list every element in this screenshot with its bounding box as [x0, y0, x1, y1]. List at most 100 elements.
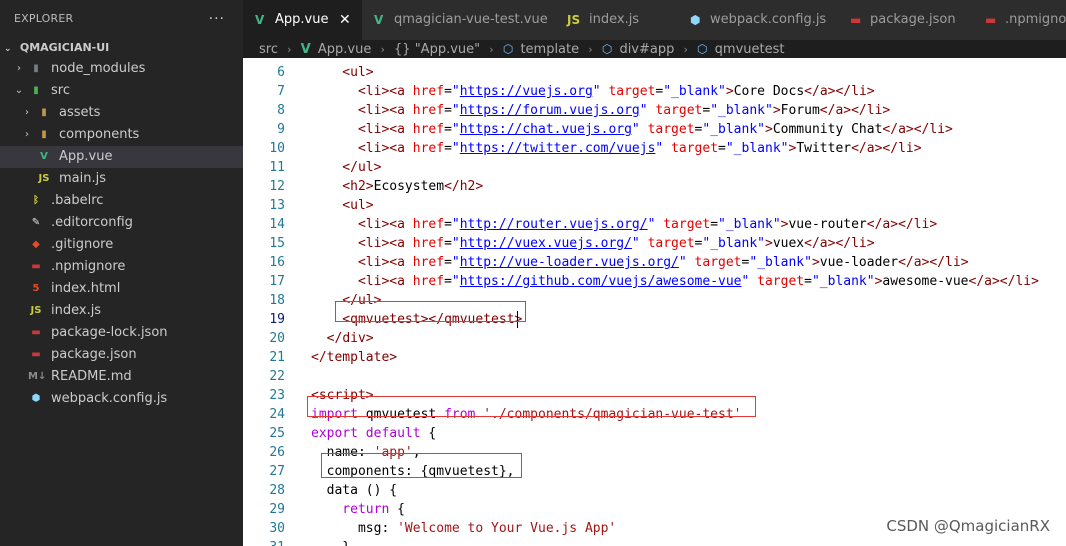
- symbol-icon: ⬡: [697, 42, 708, 56]
- tree-item-label: webpack.config.js: [51, 391, 168, 406]
- code-token: data: [311, 483, 358, 498]
- code-token: "_blank": [702, 236, 765, 251]
- code-token: ></: [890, 217, 914, 232]
- code-token: href: [412, 141, 445, 156]
- code-token: "_blank": [749, 255, 812, 270]
- tree-item[interactable]: ▬ package.json: [0, 344, 243, 366]
- tree-item[interactable]: ◆ .gitignore: [0, 234, 243, 256]
- tree-item[interactable]: ▬ .npmignore: [0, 256, 243, 278]
- line-content: data () {: [311, 481, 397, 500]
- code-line: 31 }: [243, 538, 1066, 546]
- code-token: li: [365, 236, 382, 251]
- tab-index-js[interactable]: JS index.js: [555, 0, 679, 40]
- code-token: >: [882, 103, 891, 118]
- breadcrumb-object[interactable]: {} "App.vue": [394, 42, 480, 57]
- breadcrumb-component[interactable]: qmvuetest: [715, 42, 785, 57]
- code-token: >: [373, 160, 382, 175]
- code-token: li: [913, 217, 930, 232]
- tree-item[interactable]: JS main.js: [0, 168, 243, 190]
- npm-file-icon: ▬: [985, 13, 997, 27]
- code-token: https://forum.vuejs.org: [459, 103, 640, 118]
- tree-item[interactable]: JS index.js: [0, 300, 243, 322]
- code-token: li: [898, 141, 914, 156]
- tree-item[interactable]: ᛒ .babelrc: [0, 190, 243, 212]
- code-token: li: [365, 217, 382, 232]
- js-file-icon: JS: [30, 305, 42, 316]
- code-line: 17 <li><a href="https://github.com/vuejs…: [243, 272, 1066, 291]
- code-line: 9 <li><a href="https://chat.vuejs.org" t…: [243, 120, 1066, 139]
- tree-item[interactable]: ⌄ ▮ src: [0, 80, 243, 102]
- line-content: }: [311, 538, 350, 546]
- code-token: >: [725, 84, 734, 99]
- close-icon[interactable]: ✕: [339, 0, 351, 40]
- code-token: </: [819, 103, 836, 118]
- code-line: 12 <h2>Ecosystem</h2>: [243, 177, 1066, 196]
- code-token: >: [945, 122, 953, 137]
- code-token: "_blank": [811, 274, 875, 289]
- code-token: </: [311, 331, 343, 346]
- tree-item[interactable]: › ▮ components: [0, 124, 243, 146]
- breadcrumb-file[interactable]: App.vue: [318, 42, 371, 57]
- line-number: 20: [269, 331, 285, 346]
- line-content: <ul>: [311, 196, 373, 215]
- tree-item[interactable]: › ▮ node_modules: [0, 58, 243, 80]
- vue-file-icon: V: [374, 13, 384, 27]
- tab-app-vue[interactable]: V App.vue ✕: [243, 0, 363, 40]
- more-actions-icon[interactable]: ···: [209, 0, 225, 38]
- code-token: </: [866, 217, 883, 232]
- code-line: 16 <li><a href="http://vue-loader.vuejs.…: [243, 253, 1066, 272]
- code-token: li: [365, 141, 382, 156]
- code-editor[interactable]: 6 <ul> 7 <li><a href="https://vuejs.org" …: [243, 58, 1066, 546]
- tree-item[interactable]: › ▮ assets: [0, 102, 243, 124]
- tree-item[interactable]: V App.vue: [0, 146, 243, 168]
- code-token: ul: [350, 198, 366, 213]
- code-token: </: [311, 350, 327, 365]
- code-token: li: [365, 122, 382, 137]
- tree-item[interactable]: ✎ .editorconfig: [0, 212, 243, 234]
- breadcrumb-src[interactable]: src: [259, 42, 278, 57]
- code-token: a: [866, 141, 875, 156]
- tab-package-json[interactable]: ▬ package.json: [838, 0, 974, 40]
- code-token: li: [365, 103, 382, 118]
- tab-label: .npmignore: [1005, 12, 1066, 27]
- workspace-root[interactable]: ⌄ QMAGICIAN-UI: [0, 38, 243, 58]
- line-content: <li><a href="https://github.com/vuejs/aw…: [311, 272, 1039, 291]
- tree-item[interactable]: M↓ README.md: [0, 366, 243, 388]
- code-token: =: [444, 255, 452, 270]
- chevron-down-icon: ⌄: [4, 44, 12, 54]
- tree-item[interactable]: ▬ package-lock.json: [0, 322, 243, 344]
- code-token: a: [913, 255, 922, 270]
- code-token: ": [451, 255, 460, 270]
- npm-file-icon: ▬: [31, 261, 41, 272]
- code-token: </: [898, 255, 914, 270]
- symbol-icon: ⬡: [502, 42, 514, 56]
- tree-item[interactable]: ⬢ webpack.config.js: [0, 388, 243, 410]
- code-token: target: [694, 255, 742, 270]
- code-token: ": [631, 236, 640, 251]
- line-number: 19: [269, 312, 285, 327]
- code-token: >: [389, 350, 398, 365]
- tab-npmignore[interactable]: ▬ .npmignore: [973, 0, 1066, 40]
- tree-item-label: .gitignore: [51, 237, 114, 252]
- line-number: 16: [269, 255, 285, 270]
- tab-qmagician-vue-test-vue[interactable]: Vqmagician-vue-test.vue: [362, 0, 556, 40]
- file-tree: › ▮ node_modules ⌄ ▮ src › ▮ assets › ▮ components V…: [0, 58, 243, 410]
- line-number: 28: [269, 483, 285, 498]
- breadcrumb-template[interactable]: template: [520, 42, 579, 57]
- folder-icon: ▮: [41, 129, 47, 140]
- breadcrumb-div[interactable]: div#app: [619, 42, 674, 57]
- code-token: ": [631, 122, 640, 137]
- code-token: https://chat.vuejs.org: [459, 122, 632, 137]
- line-number: 6: [277, 65, 285, 80]
- line-content: export default {: [311, 424, 436, 443]
- code-token: ": [451, 141, 460, 156]
- watermark: CSDN @QmagicianRX: [886, 517, 1050, 535]
- tab-webpack-config-js[interactable]: ⬢ webpack.config.js: [678, 0, 839, 40]
- tree-item[interactable]: 5 index.html: [0, 278, 243, 300]
- code-token: <: [311, 217, 366, 232]
- chevron-right-icon: ›: [287, 43, 292, 56]
